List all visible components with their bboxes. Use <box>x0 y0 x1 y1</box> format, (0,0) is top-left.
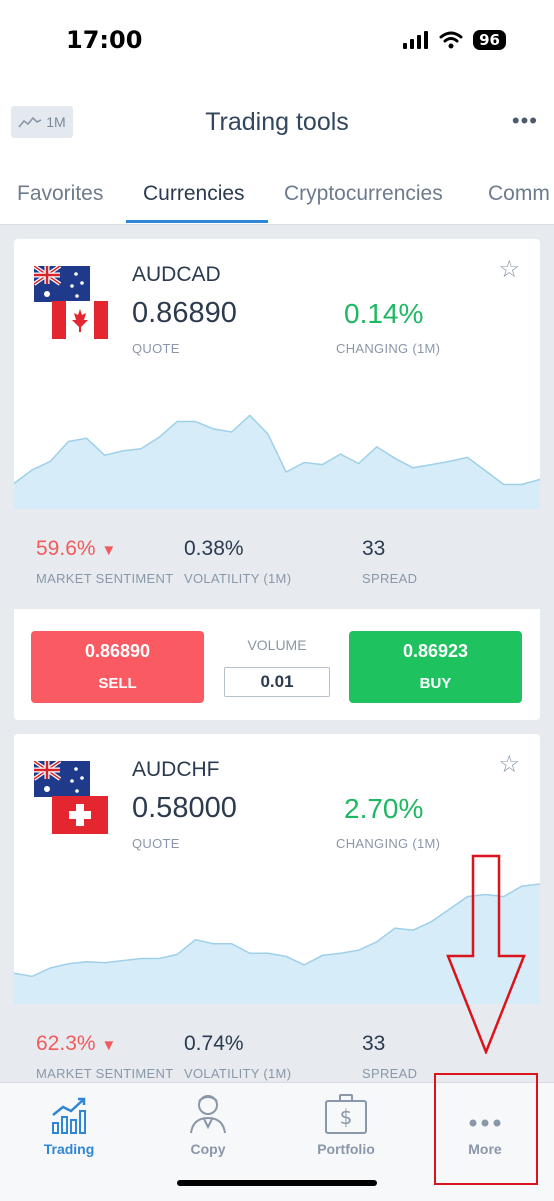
quote-label: QUOTE <box>132 836 180 851</box>
change-value: 2.70% <box>344 793 424 824</box>
market-sentiment-label: MARKET SENTIMENT <box>36 571 174 586</box>
volume-label: VOLUME <box>247 637 307 653</box>
spread-label: SPREAD <box>362 1066 418 1081</box>
instrument-card-audcad[interactable]: AUDCAD 0.86890 QUOTE 0.14% CHANGING (1M)… <box>14 239 540 720</box>
buy-price: 0.86923 <box>402 641 469 661</box>
nav-copy-label: Copy <box>190 1141 226 1157</box>
sparkline-area <box>14 884 540 1004</box>
quote-label: QUOTE <box>132 341 180 356</box>
home-indicator <box>177 1180 377 1186</box>
switzerland-flag-icon <box>52 796 108 834</box>
volatility-value: 0.74% <box>184 1032 244 1055</box>
buy-label: BUY <box>419 675 452 692</box>
volatility-label: VOLATILITY (1M) <box>184 1066 292 1081</box>
canada-flag-icon <box>52 301 108 339</box>
cellular-signal-icon <box>403 31 429 49</box>
quote-value: 0.58000 <box>132 792 237 824</box>
nav-copy[interactable]: Copy <box>158 1089 258 1157</box>
more-dots-icon <box>469 1119 501 1127</box>
svg-text:$: $ <box>340 1105 353 1129</box>
spread-value: 33 <box>362 537 386 560</box>
header-more-icon[interactable]: ••• <box>512 108 538 134</box>
changing-label: CHANGING (1M) <box>336 341 441 356</box>
active-tab-indicator <box>126 220 268 223</box>
change-value: 0.14% <box>344 298 424 329</box>
nav-portfolio-label: Portfolio <box>317 1141 375 1157</box>
tab-cryptocurrencies[interactable]: Cryptocurrencies <box>284 182 443 206</box>
app-header: 1M Trading tools ••• <box>0 80 554 170</box>
sell-label: SELL <box>98 675 137 692</box>
tab-favorites[interactable]: Favorites <box>17 182 103 206</box>
briefcase-dollar-icon: $ <box>325 1094 367 1134</box>
nav-trading-label: Trading <box>43 1141 95 1157</box>
favorite-star-icon[interactable]: ☆ <box>498 750 520 779</box>
sell-button[interactable]: 0.86890 SELL <box>31 631 204 703</box>
market-sentiment-value: 62.3% ▼ <box>36 1032 117 1055</box>
price-sparkline-chart <box>14 414 540 509</box>
favorite-star-icon[interactable]: ☆ <box>498 255 520 284</box>
trade-row: 0.86890 SELL VOLUME 0.86923 BUY <box>14 609 540 719</box>
buy-button[interactable]: 0.86923 BUY <box>349 631 522 703</box>
quote-value: 0.86890 <box>132 297 237 329</box>
tab-commodities[interactable]: Comm <box>488 182 550 206</box>
sparkline-area <box>14 415 540 509</box>
nav-more-label: More <box>468 1141 502 1157</box>
australia-flag-icon <box>34 761 90 797</box>
spread-label: SPREAD <box>362 571 418 586</box>
sell-price: 0.86890 <box>84 641 151 661</box>
volume-input[interactable] <box>224 667 330 697</box>
battery-icon: 96 <box>473 30 506 50</box>
price-sparkline-chart <box>14 883 540 1004</box>
instrument-card-audchf[interactable]: AUDCHF 0.58000 QUOTE 2.70% CHANGING (1M)… <box>14 734 540 1082</box>
down-triangle-icon: ▼ <box>101 1037 117 1054</box>
stats-row: 59.6% ▼ MARKET SENTIMENT 0.38% VOLATILIT… <box>14 509 540 609</box>
market-sentiment-value: 59.6% ▼ <box>36 537 117 560</box>
tab-currencies[interactable]: Currencies <box>143 182 245 206</box>
person-icon <box>190 1095 226 1134</box>
stats-row: 62.3% ▼ MARKET SENTIMENT 0.74% VOLATILIT… <box>14 1004 540 1082</box>
chart-trend-icon <box>52 1097 86 1134</box>
page-title: Trading tools <box>205 108 349 136</box>
instrument-symbol: AUDCAD <box>132 263 221 286</box>
down-triangle-icon: ▼ <box>101 542 117 559</box>
wifi-icon <box>439 31 463 49</box>
volatility-label: VOLATILITY (1M) <box>184 571 292 586</box>
category-tabs: Favorites Currencies Cryptocurrencies Co… <box>0 170 554 225</box>
market-sentiment-label: MARKET SENTIMENT <box>36 1066 174 1081</box>
status-icons: 96 <box>403 30 506 50</box>
instrument-symbol: AUDCHF <box>132 758 220 781</box>
nav-more[interactable]: More <box>435 1089 535 1157</box>
volatility-value: 0.38% <box>184 537 244 560</box>
australia-flag-icon <box>34 266 90 302</box>
nav-portfolio[interactable]: $ Portfolio <box>296 1089 396 1157</box>
status-time: 17:00 <box>66 26 143 54</box>
status-bar: 17:00 96 <box>0 0 554 80</box>
changing-label: CHANGING (1M) <box>336 836 441 851</box>
nav-trading[interactable]: Trading <box>19 1089 119 1157</box>
spread-value: 33 <box>362 1032 386 1055</box>
